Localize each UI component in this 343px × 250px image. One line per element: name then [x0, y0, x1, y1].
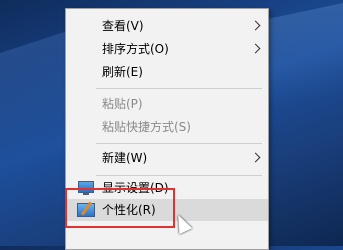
menu-item-label: 粘贴快捷方式(S): [102, 120, 191, 134]
menu-separator: [96, 143, 262, 144]
menu-item-label: 查看(V): [102, 19, 144, 33]
highlight-box: [65, 188, 175, 228]
menu-item-label: 刷新(E): [102, 65, 143, 79]
chevron-right-icon: [250, 152, 261, 163]
menu-item-new[interactable]: 新建(W): [66, 147, 268, 169]
menu-item-paste: 粘贴(P): [66, 93, 268, 115]
menu-separator: [96, 88, 262, 89]
menu-item-label: 排序方式(O): [102, 42, 169, 56]
menu-item-refresh[interactable]: 刷新(E): [66, 61, 268, 83]
menu-separator: [96, 175, 262, 176]
chevron-right-icon: [250, 43, 261, 54]
chevron-right-icon: [250, 20, 261, 31]
menu-item-sort-by[interactable]: 排序方式(O): [66, 38, 268, 60]
menu-item-label: 粘贴(P): [102, 97, 143, 111]
menu-item-paste-shortcut: 粘贴快捷方式(S): [66, 116, 268, 138]
menu-item-label: 新建(W): [102, 151, 148, 165]
menu-item-view[interactable]: 查看(V): [66, 15, 268, 37]
